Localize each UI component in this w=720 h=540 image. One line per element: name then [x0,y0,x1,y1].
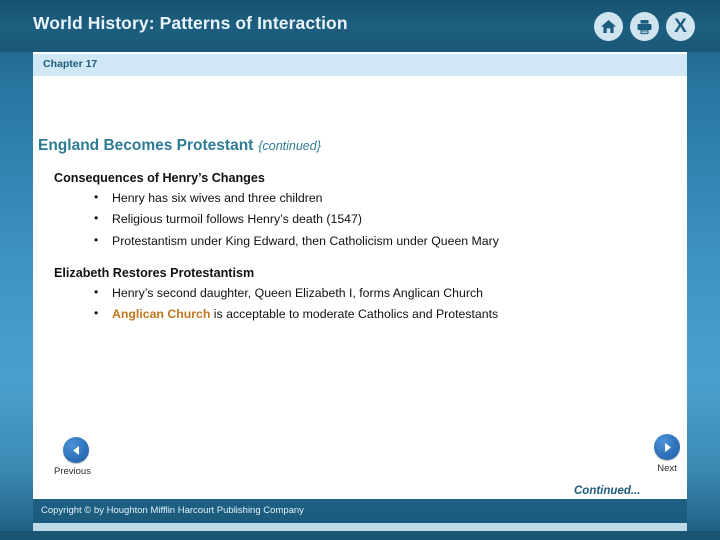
list-item: Religious turmoil follows Henry’s death … [33,211,687,227]
home-icon[interactable] [594,12,623,41]
key-term: Anglican Church [112,307,211,322]
continued-indicator: Continued... [574,485,641,497]
list-item: Henry has six wives and three children [33,190,687,206]
close-icon-glyph: X [674,16,687,37]
left-border-gradient [0,0,33,540]
slide-content-card: Chapter 17 England Becomes Protestant {co… [33,52,687,499]
bottom-frame-strip [0,531,720,540]
copyright-text: Copyright © by Houghton Mifflin Harcourt… [41,505,304,516]
print-icon[interactable] [630,12,659,41]
previous-label: Previous [54,466,91,477]
presentation-slide: World History: Patterns of Interaction X [0,0,720,540]
slide-heading-note: {continued} [258,139,321,153]
next-arrow-icon [654,434,680,460]
content-section: Elizabeth Restores Protestantism Henry’s… [33,266,687,329]
list-item: Anglican Church is acceptable to moderat… [33,306,687,322]
bullet-list: Henry’s second daughter, Queen Elizabeth… [33,285,687,323]
slide-heading: England Becomes Protestant {continued} [38,137,321,155]
header-bar: World History: Patterns of Interaction X [0,0,720,52]
bullet-text: Religious turmoil follows Henry’s death … [112,212,362,227]
next-label: Next [657,463,677,474]
section-title: Elizabeth Restores Protestantism [54,266,255,280]
bottom-accent-strip [33,523,687,531]
previous-button[interactable]: Previous [50,437,120,477]
bullet-text: is acceptable to moderate Catholics and … [210,307,499,322]
close-icon[interactable]: X [666,12,695,41]
page-title: World History: Patterns of Interaction [33,13,348,33]
previous-arrow-icon [63,437,89,463]
slide-heading-text: England Becomes Protestant [38,137,254,154]
copyright-bar: Copyright © by Houghton Mifflin Harcourt… [33,499,687,523]
chapter-bar: Chapter 17 [33,54,687,76]
section-title: Consequences of Henry’s Changes [54,171,265,185]
right-border-gradient [687,0,720,540]
slide-body: England Becomes Protestant {continued} Co… [33,76,687,499]
chapter-label: Chapter 17 [43,58,98,70]
next-button[interactable]: Next [643,434,691,474]
bullet-text: Henry has six wives and three children [112,191,323,205]
bullet-list: Henry has six wives and three children R… [33,190,687,249]
bullet-text: Protestantism under King Edward, then Ca… [112,233,499,248]
header-icon-group: X [594,12,695,41]
bullet-text: Henry’s second daughter, Queen Elizabeth… [112,286,483,300]
list-item: Protestantism under King Edward, then Ca… [33,233,687,249]
content-section: Consequences of Henry’s Changes Henry ha… [33,171,687,255]
list-item: Henry’s second daughter, Queen Elizabeth… [33,285,687,301]
